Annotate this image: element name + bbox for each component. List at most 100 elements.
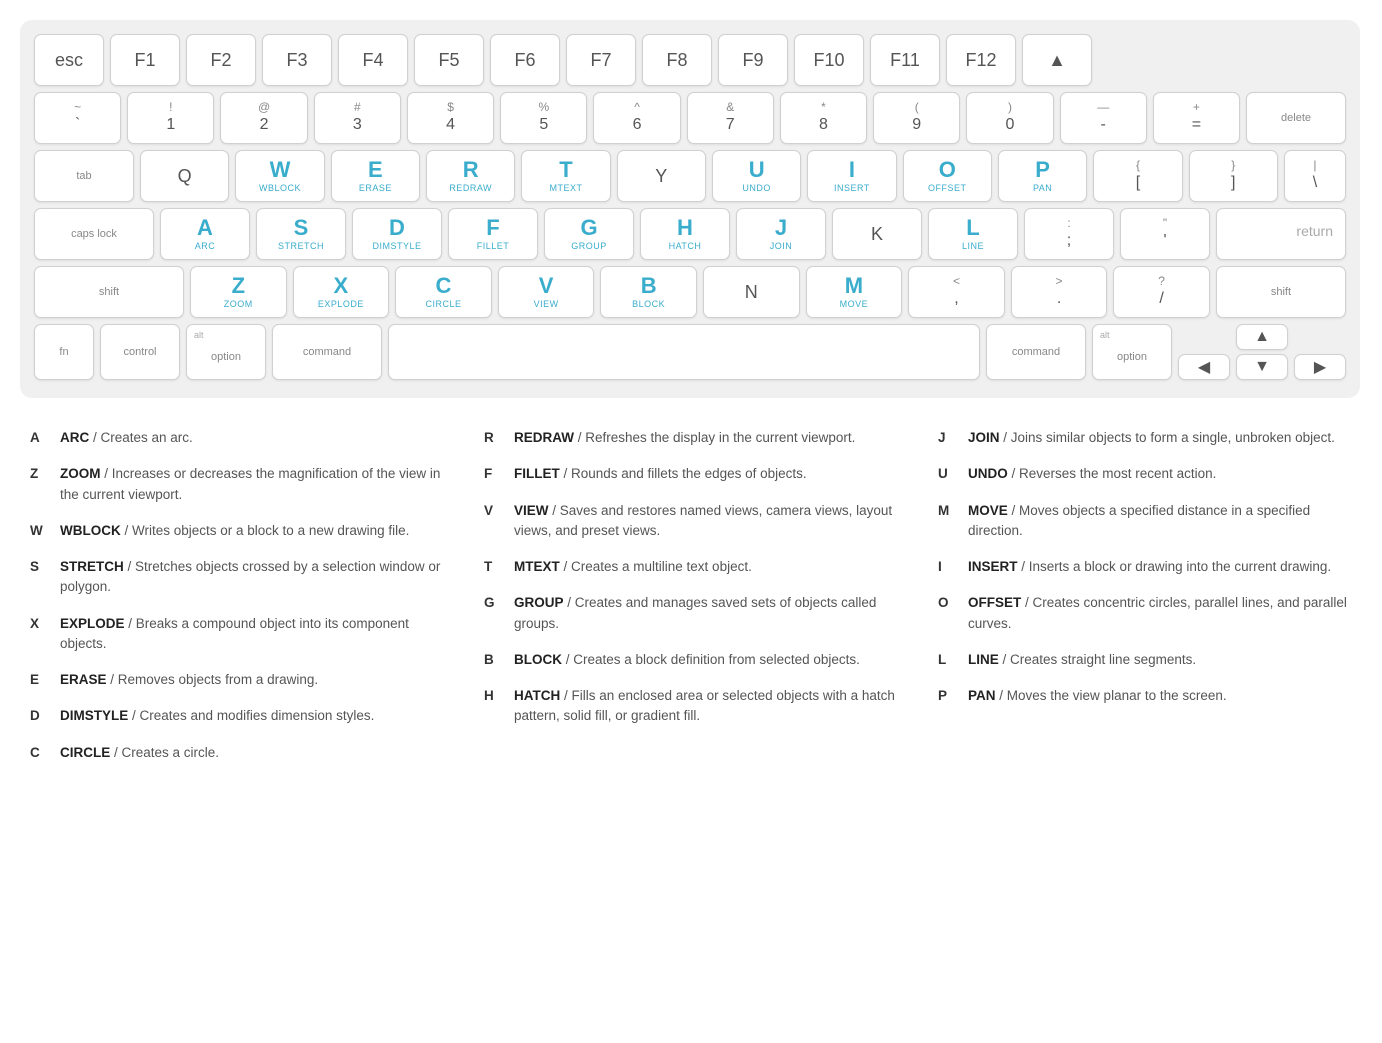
key-3[interactable]: #3 [314, 92, 401, 144]
key-n[interactable]: N [703, 266, 800, 318]
legend-item-m: M MOVE / Moves objects a specified dista… [938, 501, 1352, 542]
key-f1[interactable]: F1 [110, 34, 180, 86]
key-e[interactable]: E ERASE [331, 150, 420, 202]
key-d[interactable]: D DIMSTYLE [352, 208, 442, 260]
key-f3[interactable]: F3 [262, 34, 332, 86]
key-a[interactable]: A ARC [160, 208, 250, 260]
key-v[interactable]: V VIEW [498, 266, 595, 318]
key-h[interactable]: H HATCH [640, 208, 730, 260]
key-l[interactable]: L LINE [928, 208, 1018, 260]
key-f9[interactable]: F9 [718, 34, 788, 86]
key-u[interactable]: U UNDO [712, 150, 801, 202]
key-4[interactable]: $4 [407, 92, 494, 144]
key-f10[interactable]: F10 [794, 34, 864, 86]
key-f11[interactable]: F11 [870, 34, 940, 86]
legend-item-a: A ARC / Creates an arc. [30, 428, 444, 448]
key-o[interactable]: O OFFSET [903, 150, 992, 202]
key-g[interactable]: G GROUP [544, 208, 634, 260]
key-f[interactable]: F FILLET [448, 208, 538, 260]
key-period[interactable]: >. [1011, 266, 1108, 318]
key-quote[interactable]: "' [1120, 208, 1210, 260]
key-backslash[interactable]: |\ [1284, 150, 1346, 202]
key-1[interactable]: !1 [127, 92, 214, 144]
key-t[interactable]: T MTEXT [521, 150, 610, 202]
modifier-row: fn control alt option command command al… [34, 324, 1346, 380]
key-7[interactable]: &7 [687, 92, 774, 144]
key-equals[interactable]: += [1153, 92, 1240, 144]
key-f2[interactable]: F2 [186, 34, 256, 86]
legend-item-h: H HATCH / Fills an enclosed area or sele… [484, 686, 898, 727]
legend-item-s: S STRETCH / Stretches objects crossed by… [30, 557, 444, 598]
key-c[interactable]: C CIRCLE [395, 266, 492, 318]
key-f5[interactable]: F5 [414, 34, 484, 86]
key-k[interactable]: K [832, 208, 922, 260]
key-shift-right[interactable]: shift [1216, 266, 1346, 318]
key-8[interactable]: *8 [780, 92, 867, 144]
key-shift-left[interactable]: shift [34, 266, 184, 318]
key-i[interactable]: I INSERT [807, 150, 896, 202]
key-arrow-up[interactable]: ▲ [1236, 324, 1288, 350]
key-f12[interactable]: F12 [946, 34, 1016, 86]
key-delete[interactable]: delete [1246, 92, 1346, 144]
key-f4[interactable]: F4 [338, 34, 408, 86]
legend-item-o: O OFFSET / Creates concentric circles, p… [938, 593, 1352, 634]
legend-column-3: J JOIN / Joins similar objects to form a… [938, 428, 1352, 779]
legend-item-i: I INSERT / Inserts a block or drawing in… [938, 557, 1352, 577]
key-f8[interactable]: F8 [642, 34, 712, 86]
key-6[interactable]: ^6 [593, 92, 680, 144]
key-minus[interactable]: —- [1060, 92, 1147, 144]
key-rbracket[interactable]: }] [1189, 150, 1278, 202]
key-x[interactable]: X EXPLODE [293, 266, 390, 318]
key-arrow-down[interactable]: ▼ [1236, 354, 1288, 380]
key-9[interactable]: (9 [873, 92, 960, 144]
asdf-row: caps lock A ARC S STRETCH D DIMSTYLE F F… [34, 208, 1346, 260]
legend-item-l: L LINE / Creates straight line segments. [938, 650, 1352, 670]
key-alt-left[interactable]: alt option [186, 324, 266, 380]
key-m[interactable]: M MOVE [806, 266, 903, 318]
legend: A ARC / Creates an arc. Z ZOOM / Increas… [20, 428, 1362, 779]
key-command-right[interactable]: command [986, 324, 1086, 380]
key-5[interactable]: %5 [500, 92, 587, 144]
legend-item-e: E ERASE / Removes objects from a drawing… [30, 670, 444, 690]
key-arrow-left[interactable]: ◀ [1178, 354, 1230, 380]
key-w[interactable]: W WBLOCK [235, 150, 324, 202]
key-0[interactable]: )0 [966, 92, 1053, 144]
key-command-left[interactable]: command [272, 324, 382, 380]
legend-item-d: D DIMSTYLE / Creates and modifies dimens… [30, 706, 444, 726]
legend-item-w: W WBLOCK / Writes objects or a block to … [30, 521, 444, 541]
key-fn[interactable]: fn [34, 324, 94, 380]
legend-item-v: V VIEW / Saves and restores named views,… [484, 501, 898, 542]
key-b[interactable]: B BLOCK [600, 266, 697, 318]
legend-column-1: A ARC / Creates an arc. Z ZOOM / Increas… [30, 428, 444, 779]
legend-item-b: B BLOCK / Creates a block definition fro… [484, 650, 898, 670]
key-arrow-right[interactable]: ▶ [1294, 354, 1346, 380]
key-semicolon[interactable]: :; [1024, 208, 1114, 260]
key-z[interactable]: Z ZOOM [190, 266, 287, 318]
legend-item-r: R REDRAW / Refreshes the display in the … [484, 428, 898, 448]
key-2[interactable]: @2 [220, 92, 307, 144]
key-slash[interactable]: ?/ [1113, 266, 1210, 318]
key-p[interactable]: P PAN [998, 150, 1087, 202]
key-control[interactable]: control [100, 324, 180, 380]
key-y[interactable]: Y [617, 150, 706, 202]
key-comma[interactable]: <, [908, 266, 1005, 318]
key-caps-lock[interactable]: caps lock [34, 208, 154, 260]
legend-item-f: F FILLET / Rounds and fillets the edges … [484, 464, 898, 484]
key-r[interactable]: R REDRAW [426, 150, 515, 202]
key-space[interactable] [388, 324, 980, 380]
key-return[interactable]: return [1216, 208, 1346, 260]
key-f6[interactable]: F6 [490, 34, 560, 86]
legend-item-u: U UNDO / Reverses the most recent action… [938, 464, 1352, 484]
key-eject[interactable]: ▲ [1022, 34, 1092, 86]
key-q[interactable]: Q [140, 150, 229, 202]
key-f7[interactable]: F7 [566, 34, 636, 86]
key-tab[interactable]: tab [34, 150, 134, 202]
key-tilde[interactable]: ~` [34, 92, 121, 144]
legend-item-g: G GROUP / Creates and manages saved sets… [484, 593, 898, 634]
key-j[interactable]: J JOIN [736, 208, 826, 260]
keyboard: esc F1 F2 F3 F4 F5 F6 F7 F8 F9 F10 F11 F… [20, 20, 1360, 398]
key-alt-right[interactable]: alt option [1092, 324, 1172, 380]
key-esc[interactable]: esc [34, 34, 104, 86]
key-lbracket[interactable]: {[ [1093, 150, 1182, 202]
key-s[interactable]: S STRETCH [256, 208, 346, 260]
